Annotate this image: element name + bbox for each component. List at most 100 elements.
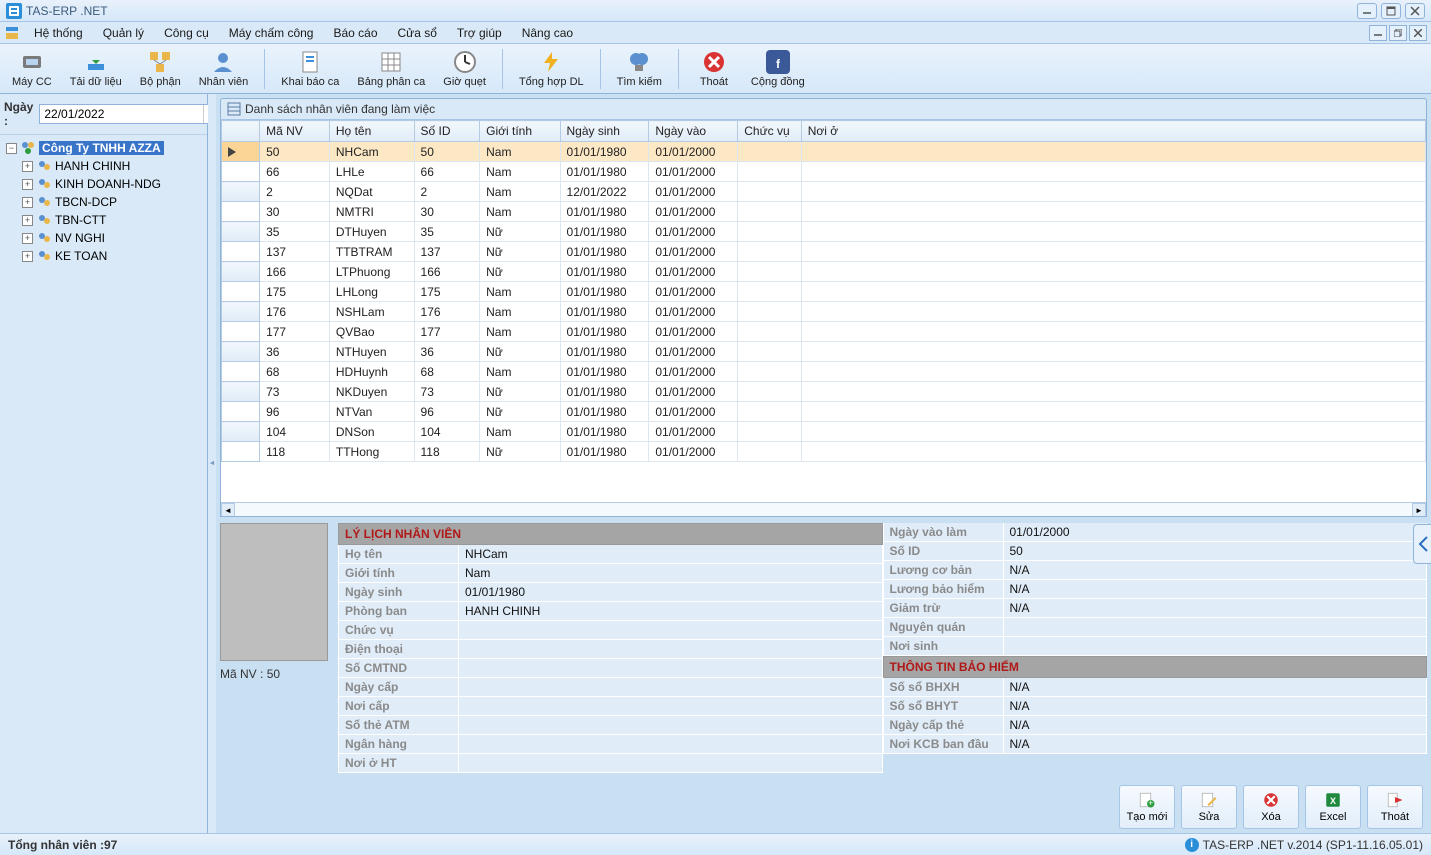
cell[interactable]: Nam [480, 202, 560, 222]
menu-hệ-thống[interactable]: Hệ thống [24, 24, 93, 42]
action-thoat2[interactable]: Thoát [1367, 785, 1423, 829]
action-sua[interactable]: Sửa [1181, 785, 1237, 829]
cell[interactable] [738, 202, 801, 222]
cell[interactable]: NMTRI [329, 202, 414, 222]
cell[interactable] [801, 382, 1425, 402]
cell[interactable]: NTHuyen [329, 342, 414, 362]
cell[interactable]: 73 [260, 382, 330, 402]
tree-node-tbn-ctt[interactable]: +TBN-CTT [2, 211, 205, 229]
table-row[interactable]: 68HDHuynh68Nam01/01/198001/01/2000 [222, 362, 1426, 382]
cell[interactable]: HDHuynh [329, 362, 414, 382]
col-header[interactable]: Mã NV [260, 121, 330, 142]
cell[interactable]: LHLe [329, 162, 414, 182]
toolbar-bo-phan[interactable]: Bộ phận [134, 46, 187, 92]
table-row[interactable]: 50NHCam50Nam01/01/198001/01/2000 [222, 142, 1426, 162]
cell[interactable]: 01/01/2000 [649, 222, 738, 242]
row-header[interactable] [222, 162, 260, 182]
cell[interactable] [738, 322, 801, 342]
cell[interactable] [801, 302, 1425, 322]
cell[interactable] [801, 222, 1425, 242]
row-header[interactable] [222, 222, 260, 242]
table-row[interactable]: 177QVBao177Nam01/01/198001/01/2000 [222, 322, 1426, 342]
cell[interactable]: 01/01/2000 [649, 382, 738, 402]
col-header[interactable]: Họ tên [329, 121, 414, 142]
cell[interactable] [738, 182, 801, 202]
cell[interactable] [738, 302, 801, 322]
table-row[interactable]: 30NMTRI30Nam01/01/198001/01/2000 [222, 202, 1426, 222]
cell[interactable]: 36 [414, 342, 480, 362]
col-header[interactable]: Ngày sinh [560, 121, 649, 142]
cell[interactable]: NSHLam [329, 302, 414, 322]
cell[interactable]: LTPhuong [329, 262, 414, 282]
cell[interactable]: TTBTRAM [329, 242, 414, 262]
table-row[interactable]: 137TTBTRAM137Nữ01/01/198001/01/2000 [222, 242, 1426, 262]
cell[interactable] [801, 242, 1425, 262]
cell[interactable]: 01/01/2000 [649, 362, 738, 382]
cell[interactable]: 176 [414, 302, 480, 322]
employee-grid[interactable]: Mã NVHọ tênSố IDGiới tínhNgày sinhNgày v… [221, 120, 1426, 462]
cell[interactable] [738, 242, 801, 262]
col-header[interactable]: Ngày vào [649, 121, 738, 142]
cell[interactable] [738, 442, 801, 462]
cell[interactable]: 104 [414, 422, 480, 442]
cell[interactable] [738, 162, 801, 182]
cell[interactable]: 01/01/1980 [560, 362, 649, 382]
cell[interactable]: 118 [260, 442, 330, 462]
scroll-left-icon[interactable]: ◄ [221, 503, 235, 517]
menu-máy-chấm-công[interactable]: Máy chấm công [219, 24, 324, 42]
row-header[interactable] [222, 302, 260, 322]
cell[interactable]: 01/01/2000 [649, 262, 738, 282]
row-header[interactable] [222, 242, 260, 262]
col-header[interactable]: Chức vụ [738, 121, 801, 142]
row-header[interactable] [222, 322, 260, 342]
table-row[interactable]: 66LHLe66Nam01/01/198001/01/2000 [222, 162, 1426, 182]
cell[interactable]: 96 [260, 402, 330, 422]
toolbar-cong-dong[interactable]: fCộng đồng [745, 46, 811, 92]
row-header[interactable] [222, 422, 260, 442]
row-header[interactable] [222, 262, 260, 282]
date-field[interactable] [40, 107, 203, 121]
row-header[interactable] [222, 202, 260, 222]
menu-quản-lý[interactable]: Quản lý [93, 24, 154, 42]
cell[interactable]: 68 [260, 362, 330, 382]
row-header[interactable] [222, 362, 260, 382]
table-row[interactable]: 176NSHLam176Nam01/01/198001/01/2000 [222, 302, 1426, 322]
cell[interactable]: 01/01/1980 [560, 382, 649, 402]
cell[interactable]: 01/01/1980 [560, 262, 649, 282]
cell[interactable]: 01/01/2000 [649, 202, 738, 222]
cell[interactable]: NHCam [329, 142, 414, 162]
toolbar-thoat[interactable]: Thoát [689, 46, 739, 92]
cell[interactable]: Nữ [480, 382, 560, 402]
cell[interactable] [738, 262, 801, 282]
menu-báo-cáo[interactable]: Báo cáo [323, 24, 387, 42]
cell[interactable]: Nữ [480, 402, 560, 422]
cell[interactable]: 01/01/1980 [560, 242, 649, 262]
cell[interactable]: 30 [260, 202, 330, 222]
cell[interactable]: 01/01/2000 [649, 342, 738, 362]
toolbar-tong-hop-dl[interactable]: Tổng hợp DL [513, 46, 590, 92]
menu-nâng-cao[interactable]: Nâng cao [512, 24, 583, 42]
tree-node-hanh-chinh[interactable]: +HANH CHINH [2, 157, 205, 175]
collapse-icon[interactable]: − [6, 143, 17, 154]
cell[interactable]: Nam [480, 302, 560, 322]
toolbar-may-cc[interactable]: Máy CC [6, 46, 58, 92]
cell[interactable]: 96 [414, 402, 480, 422]
mdi-close-button[interactable] [1409, 25, 1427, 41]
menu-cửa-sổ[interactable]: Cửa sổ [388, 24, 447, 42]
col-header[interactable]: Số ID [414, 121, 480, 142]
table-row[interactable]: 175LHLong175Nam01/01/198001/01/2000 [222, 282, 1426, 302]
row-header[interactable] [222, 182, 260, 202]
cell[interactable]: Nam [480, 182, 560, 202]
cell[interactable]: Nam [480, 422, 560, 442]
cell[interactable] [801, 262, 1425, 282]
table-row[interactable]: 73NKDuyen73Nữ01/01/198001/01/2000 [222, 382, 1426, 402]
cell[interactable]: 66 [414, 162, 480, 182]
table-row[interactable]: 2NQDat2Nam12/01/202201/01/2000 [222, 182, 1426, 202]
toolbar-gio-quet[interactable]: Giờ quẹt [437, 46, 492, 92]
cell[interactable]: 01/01/1980 [560, 422, 649, 442]
tree-node-nv-nghi[interactable]: +NV NGHI [2, 229, 205, 247]
cell[interactable]: 175 [260, 282, 330, 302]
cell[interactable] [801, 362, 1425, 382]
cell[interactable]: 01/01/2000 [649, 322, 738, 342]
expand-icon[interactable]: + [22, 197, 33, 208]
